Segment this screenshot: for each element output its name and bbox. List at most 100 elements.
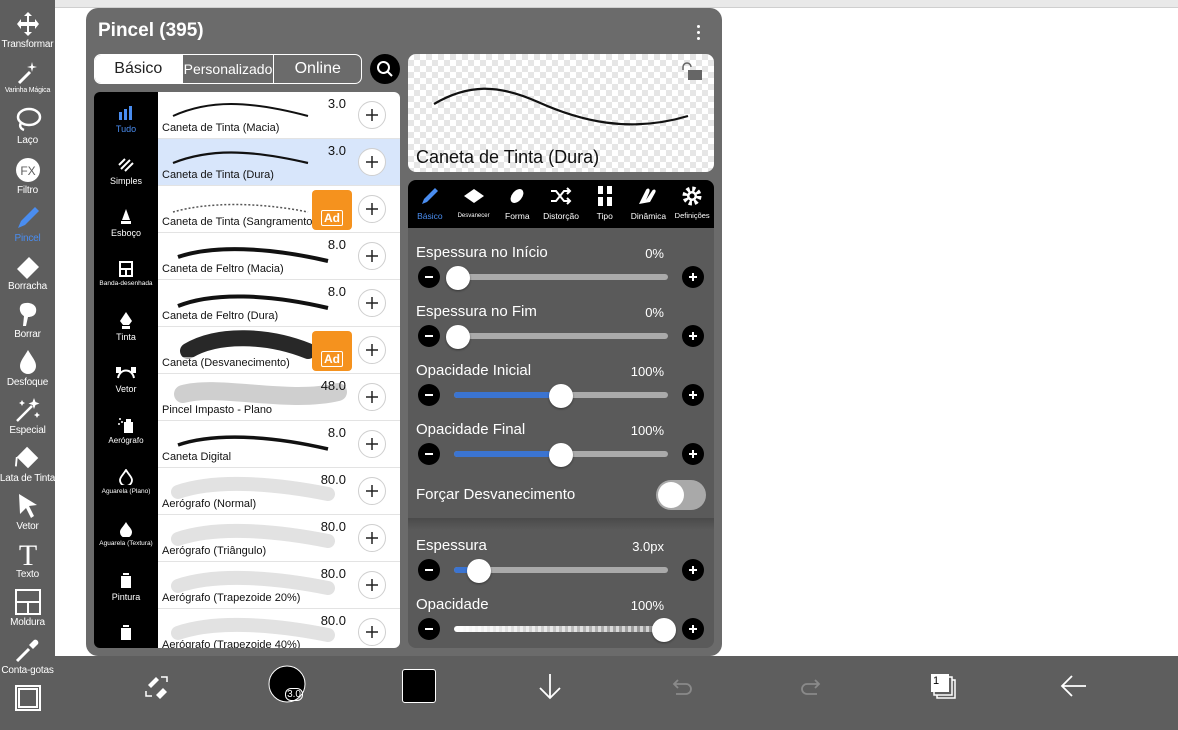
add-brush-button[interactable] bbox=[358, 148, 386, 176]
decrease-button[interactable] bbox=[418, 618, 440, 640]
increase-button[interactable] bbox=[682, 384, 704, 406]
brush-row[interactable]: 80.0 Aerógrafo (Normal) bbox=[158, 468, 400, 515]
undo-button[interactable] bbox=[661, 666, 701, 706]
brush-row[interactable]: 8.0 Caneta de Feltro (Macia) bbox=[158, 233, 400, 280]
brush-row[interactable]: 80.0 Aerógrafo (Trapezoide 20%) bbox=[158, 562, 400, 609]
unlock-icon[interactable] bbox=[680, 62, 704, 87]
download-button[interactable] bbox=[530, 666, 570, 706]
category-simples[interactable]: Simples bbox=[94, 154, 158, 186]
slider[interactable] bbox=[454, 559, 668, 583]
tool-smudge[interactable]: Borrar bbox=[0, 300, 55, 340]
brush-row[interactable]: Caneta de Tinta (Sangramento) Ad bbox=[158, 186, 400, 233]
slider-thumb[interactable] bbox=[549, 443, 573, 467]
tool-vector[interactable]: Vetor bbox=[0, 492, 55, 532]
brush-size-button[interactable]: 3.0 bbox=[267, 664, 307, 704]
increase-button[interactable] bbox=[682, 559, 704, 581]
ad-lock-badge[interactable]: Ad bbox=[312, 190, 352, 230]
category-vetor[interactable]: Vetor bbox=[94, 362, 158, 394]
tool-transform[interactable]: Transformar bbox=[0, 10, 55, 50]
ad-lock-badge[interactable]: Ad bbox=[312, 331, 352, 371]
category-banda-desenhada[interactable]: Banda-desenhada bbox=[94, 258, 158, 287]
more-options-icon[interactable] bbox=[690, 20, 706, 44]
decrease-button[interactable] bbox=[418, 559, 440, 581]
settings-tab-forma[interactable]: Forma bbox=[495, 180, 539, 228]
back-button[interactable] bbox=[1054, 666, 1094, 706]
tool-canvas[interactable] bbox=[0, 684, 55, 712]
brush-row[interactable]: 8.0 Caneta Digital bbox=[158, 421, 400, 468]
tool-brush[interactable]: Pincel bbox=[0, 204, 55, 244]
brush-row[interactable]: 80.0 Aerógrafo (Trapezoide 40%) bbox=[158, 609, 400, 648]
add-brush-button[interactable] bbox=[358, 430, 386, 458]
add-brush-button[interactable] bbox=[358, 289, 386, 317]
increase-button[interactable] bbox=[682, 443, 704, 465]
add-brush-button[interactable] bbox=[358, 618, 386, 646]
tab-online[interactable]: Online bbox=[273, 55, 361, 83]
category-tudo[interactable]: Tudo bbox=[94, 102, 158, 134]
decrease-button[interactable] bbox=[418, 443, 440, 465]
redo-button[interactable] bbox=[792, 666, 832, 706]
settings-tab-definicoes[interactable]: Definições bbox=[670, 180, 714, 228]
color-swatch-button[interactable] bbox=[399, 666, 439, 706]
tab-personalizado[interactable]: Personalizado bbox=[181, 55, 274, 83]
decrease-button[interactable] bbox=[418, 266, 440, 288]
slider-thumb[interactable] bbox=[446, 266, 470, 290]
search-button[interactable] bbox=[370, 54, 400, 84]
category-more[interactable] bbox=[94, 622, 158, 644]
add-brush-button[interactable] bbox=[358, 571, 386, 599]
category-esboco[interactable]: Esboço bbox=[94, 206, 158, 238]
tool-magic-wand[interactable]: Varinha Mágica bbox=[0, 58, 55, 94]
settings-tab-dinamica[interactable]: Dinâmica bbox=[627, 180, 671, 228]
settings-tab-desvanecer[interactable]: Desvanecer bbox=[452, 180, 496, 228]
increase-button[interactable] bbox=[682, 325, 704, 347]
brush-row[interactable]: 8.0 Caneta de Feltro (Dura) bbox=[158, 280, 400, 327]
tool-special[interactable]: Especial bbox=[0, 396, 55, 436]
add-brush-button[interactable] bbox=[358, 242, 386, 270]
brush-row[interactable]: 3.0 Caneta de Tinta (Macia) bbox=[158, 92, 400, 139]
slider-thumb[interactable] bbox=[652, 618, 676, 642]
tab-basico[interactable]: Básico bbox=[95, 55, 182, 83]
decrease-button[interactable] bbox=[418, 325, 440, 347]
plus-icon bbox=[366, 203, 378, 215]
slider[interactable] bbox=[454, 618, 676, 642]
add-brush-button[interactable] bbox=[358, 477, 386, 505]
settings-tab-tipo[interactable]: Tipo bbox=[583, 180, 627, 228]
slider-thumb[interactable] bbox=[549, 384, 573, 408]
tool-lasso[interactable]: Laço bbox=[0, 106, 55, 146]
slider[interactable] bbox=[446, 325, 668, 349]
slider[interactable] bbox=[446, 266, 668, 290]
tool-frame[interactable]: Moldura bbox=[0, 588, 55, 628]
brush-row[interactable]: 48.0 Pincel Impasto - Plano bbox=[158, 374, 400, 421]
brush-row[interactable]: Caneta (Desvanecimento) Ad bbox=[158, 327, 400, 374]
tool-paint-bucket[interactable]: Lata de Tinta bbox=[0, 444, 55, 484]
brush-row[interactable]: 3.0 Caneta de Tinta (Dura) bbox=[158, 139, 400, 186]
category-tinta[interactable]: Tinta bbox=[94, 310, 158, 342]
category-aguarela-plano[interactable]: Aguarela (Plano) bbox=[94, 466, 158, 495]
slider-thumb[interactable] bbox=[446, 325, 470, 349]
slider[interactable] bbox=[454, 384, 668, 408]
add-brush-button[interactable] bbox=[358, 336, 386, 364]
settings-tab-basico[interactable]: Básico bbox=[408, 180, 452, 228]
tool-filter[interactable]: FX Filtro bbox=[0, 156, 55, 196]
slider-thumb[interactable] bbox=[466, 559, 491, 583]
increase-button[interactable] bbox=[682, 266, 704, 288]
add-brush-button[interactable] bbox=[358, 195, 386, 223]
add-brush-button[interactable] bbox=[358, 383, 386, 411]
layers-button[interactable]: 1 bbox=[923, 666, 963, 706]
add-brush-button[interactable] bbox=[358, 524, 386, 552]
tool-blur[interactable]: Desfoque bbox=[0, 348, 55, 388]
category-aerografo[interactable]: Aerógrafo bbox=[94, 414, 158, 445]
increase-button[interactable] bbox=[682, 618, 704, 640]
swap-brush-eraser-button[interactable] bbox=[137, 666, 177, 706]
category-aguarela-textura[interactable]: Aguarela (Textura) bbox=[94, 518, 158, 547]
tool-text[interactable]: T Texto bbox=[0, 540, 55, 580]
add-brush-button[interactable] bbox=[358, 101, 386, 129]
brush-panel: Pincel (395) Básico Personalizado Online… bbox=[86, 8, 722, 656]
settings-tab-distorcao[interactable]: Distorção bbox=[539, 180, 583, 228]
slider[interactable] bbox=[454, 443, 668, 467]
brush-row[interactable]: 80.0 Aerógrafo (Triângulo) bbox=[158, 515, 400, 562]
force-fade-toggle[interactable] bbox=[656, 480, 706, 510]
decrease-button[interactable] bbox=[418, 384, 440, 406]
tool-eraser[interactable]: Borracha bbox=[0, 252, 55, 292]
tool-eyedropper[interactable]: Conta-gotas bbox=[0, 636, 55, 676]
category-pintura[interactable]: Pintura bbox=[94, 570, 158, 602]
